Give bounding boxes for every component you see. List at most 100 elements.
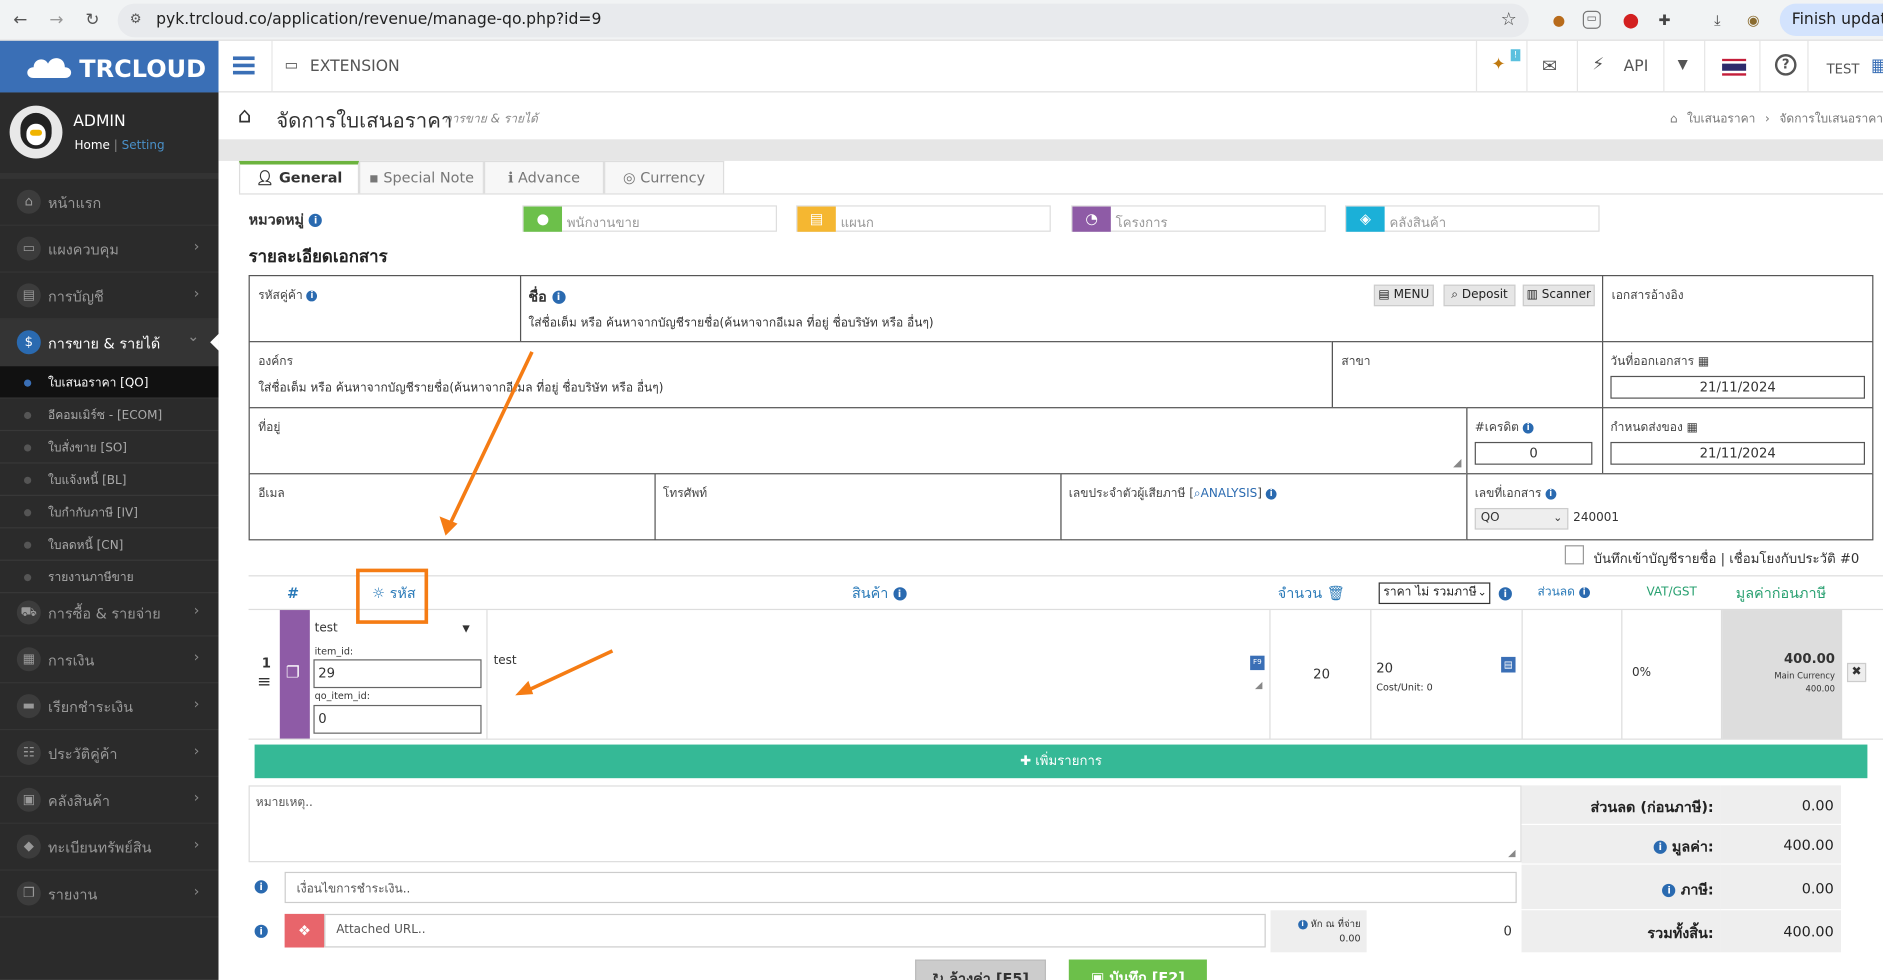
taxid-cell[interactable]: เลขประจำตัวผู้เสียภาษี [⌕ANALYSIS] i (1060, 473, 1468, 541)
info-icon[interactable]: i (309, 213, 323, 227)
analysis-link[interactable]: ⌕ANALYSIS (1194, 488, 1257, 501)
price-cell[interactable]: 20 Cost/Unit: 0 ▤ (1371, 610, 1523, 739)
finish-update-button[interactable]: Finish update (1779, 3, 1883, 37)
calculator-icon[interactable]: ▤ (1501, 656, 1516, 673)
sidebar-subitem-so[interactable]: ใบสั่งขาย [SO] (0, 431, 219, 464)
due-date-input[interactable]: 21/11/2024 (1610, 441, 1865, 465)
trash-icon[interactable]: 🗑︎ (1327, 585, 1345, 602)
docno-prefix-select[interactable]: QO ⌄ (1474, 507, 1569, 530)
extension-menu[interactable]: ▭ EXTENSION (271, 40, 406, 93)
info-icon[interactable]: i (1578, 586, 1590, 598)
product-cell[interactable]: test F9 ◢ (489, 610, 1271, 739)
mail-button[interactable]: ✉ (1526, 40, 1576, 93)
sidebar-item-dashboard[interactable]: ▭ แผงควบคุม › (0, 226, 219, 273)
vat-cell[interactable]: 0% (1622, 610, 1723, 739)
sidebar-subitem-ecom[interactable]: อีคอมเมิร์ซ - [ECOM] (0, 399, 219, 432)
api-button[interactable]: ⚡ API (1576, 40, 1663, 93)
price-mode-select[interactable]: ราคา ไม่ รวมภาษี ⌄ (1378, 582, 1491, 605)
attached-url-input[interactable]: Attached URL.. (324, 913, 1266, 948)
back-icon[interactable]: ← (10, 10, 32, 32)
breadcrumb-home-icon[interactable]: ⌂ (1670, 113, 1678, 126)
notifications-button[interactable]: ✦ ! (1475, 40, 1526, 93)
info-icon[interactable]: i (1653, 840, 1667, 854)
code-value[interactable]: test (315, 622, 338, 635)
resize-handle-icon[interactable]: ◢ (1508, 848, 1515, 859)
docno-value[interactable]: 240001 (1573, 512, 1619, 525)
opera-extension-icon[interactable]: ⬤ (1619, 8, 1643, 32)
add-line-button[interactable]: ✚ เพิ่มรายการ (254, 744, 1868, 779)
info-icon[interactable]: i (1265, 488, 1277, 499)
remark-textarea[interactable]: หมายเหตุ.. ◢ (248, 785, 1522, 863)
sidebar-item-sales[interactable]: $ การขาย & รายได้ ⌄ (0, 319, 219, 367)
puzzle-extension-icon[interactable]: ✚ (1652, 8, 1676, 32)
resize-handle-icon[interactable]: ◢ (1453, 458, 1461, 470)
credit-input[interactable]: 0 (1474, 441, 1593, 465)
sidebar-item-billing[interactable]: ▬ เรียกชำระเงิน › (0, 683, 219, 731)
drag-handle-icon[interactable]: ≡ (257, 673, 271, 692)
sidebar-subitem-bl[interactable]: ใบแจ้งหนี้ [BL] (0, 464, 219, 496)
sidebar-item-contacts[interactable]: ☷ ประวัติคู่ค้า › (0, 730, 219, 777)
screen-extension-icon[interactable]: ▭ (1582, 10, 1601, 29)
tab-currency[interactable]: ◎ Currency (604, 160, 725, 194)
save-button[interactable]: ▣ บันทึก [F2] (1068, 959, 1207, 980)
customer-code-cell[interactable]: รหัสคู่ค้า i (248, 275, 522, 343)
info-icon[interactable]: i (1662, 883, 1676, 898)
withholding-value-cell[interactable]: 0 (1367, 910, 1522, 952)
sidebar-subitem-iv[interactable]: ใบกำกับภาษี [IV] (0, 496, 219, 529)
download-icon[interactable]: ⤓ (1705, 8, 1729, 32)
home-link[interactable]: Home (74, 139, 109, 152)
address-bar[interactable]: ⚙ pyk.trcloud.co/application/revenue/man… (117, 3, 1529, 38)
user-menu[interactable]: TEST ▦ (1807, 40, 1883, 93)
cookie-extension-icon[interactable]: ● (1547, 8, 1571, 32)
department-field[interactable]: ▤ แผนก (796, 205, 1051, 232)
organization-cell[interactable]: องค์กร ใส่ชื่อเต็ม หรือ ค้นหาจากบัญชีราย… (248, 341, 1333, 409)
tab-general[interactable]: 👤︎ General (238, 160, 360, 194)
qty-cell[interactable]: 20 (1272, 610, 1372, 739)
name-cell[interactable]: ชื่อ i ใส่ชื่อเต็ม หรือ ค้นหาจากบัญชีราย… (519, 275, 1604, 343)
info-icon[interactable]: i (1498, 587, 1512, 601)
menu-button[interactable]: ▤ MENU (1373, 284, 1434, 307)
dropbox-icon[interactable]: ❖ (284, 913, 325, 948)
reload-icon[interactable]: ↻ (82, 10, 104, 32)
info-icon[interactable]: i (254, 880, 268, 894)
sidebar-item-finance[interactable]: ▦ การเงิน › (0, 636, 219, 684)
profile-avatar-icon[interactable]: ◉ (1741, 8, 1765, 32)
sidebar-subitem-cn[interactable]: ใบลดหนี้ [CN] (0, 528, 219, 561)
sidebar-subitem-sales-tax-report[interactable]: รายงานภาษีขาย (0, 561, 219, 594)
bookmark-star-icon[interactable]: ☆ (1501, 8, 1517, 30)
scanner-button[interactable]: ▥ Scanner (1522, 284, 1595, 307)
payment-terms-input[interactable]: เงื่อนไขการชำระเงิน.. (284, 871, 1517, 904)
discount-cell[interactable] (1523, 610, 1623, 739)
branch-cell[interactable]: สาขา (1331, 341, 1604, 409)
tab-special-note[interactable]: ▪ Special Note (359, 160, 484, 194)
header-code[interactable]: ☼ รหัส (360, 576, 427, 610)
home-icon[interactable]: ⌂ (238, 103, 252, 128)
email-cell[interactable]: อีเมล (248, 473, 656, 541)
avatar[interactable] (9, 105, 63, 159)
info-icon[interactable]: i (1545, 488, 1557, 499)
help-button[interactable]: ? (1759, 40, 1807, 93)
sidebar-item-home[interactable]: ⌂ หน้าแรก (0, 179, 219, 226)
sidebar-item-accounting[interactable]: ▤ การบัญชี › (0, 273, 219, 320)
language-button[interactable] (1704, 40, 1759, 93)
address-cell[interactable]: ที่อยู่ ◢ (248, 407, 1468, 475)
sidebar-item-reports[interactable]: ❐ รายงาน › (0, 871, 219, 918)
item-id-input[interactable]: 29 (313, 659, 482, 689)
phone-cell[interactable]: โทรศัพท์ (654, 473, 1062, 541)
sidebar-item-assets[interactable]: ◆ ทะเบียนทรัพย์สิน › (0, 824, 219, 871)
app-logo[interactable]: TRCLOUD (0, 40, 219, 93)
caret-down-icon[interactable]: ▼ (462, 623, 469, 634)
forward-icon[interactable]: → (46, 10, 68, 32)
qo-item-id-input[interactable]: 0 (313, 704, 482, 734)
info-icon[interactable]: i (1522, 422, 1534, 433)
sidebar-subitem-qo[interactable]: ใบเสนอราคา [QO] (0, 366, 219, 399)
remove-row-button[interactable]: ✖ (1846, 662, 1867, 683)
project-field[interactable]: ◔ โครงการ (1071, 205, 1326, 232)
sidebar-item-purchase[interactable]: ⛟ การซื้อ & รายจ่าย › (0, 590, 219, 637)
salesperson-field[interactable]: ● พนักงานขาย (522, 205, 777, 232)
info-icon[interactable]: i (254, 924, 268, 938)
dropdown-button[interactable]: ▼ (1663, 40, 1704, 93)
resize-handle-icon[interactable]: ◢ (1255, 680, 1262, 691)
tab-advance[interactable]: ℹ Advance (483, 160, 605, 194)
hamburger-menu-icon[interactable] (232, 56, 255, 75)
